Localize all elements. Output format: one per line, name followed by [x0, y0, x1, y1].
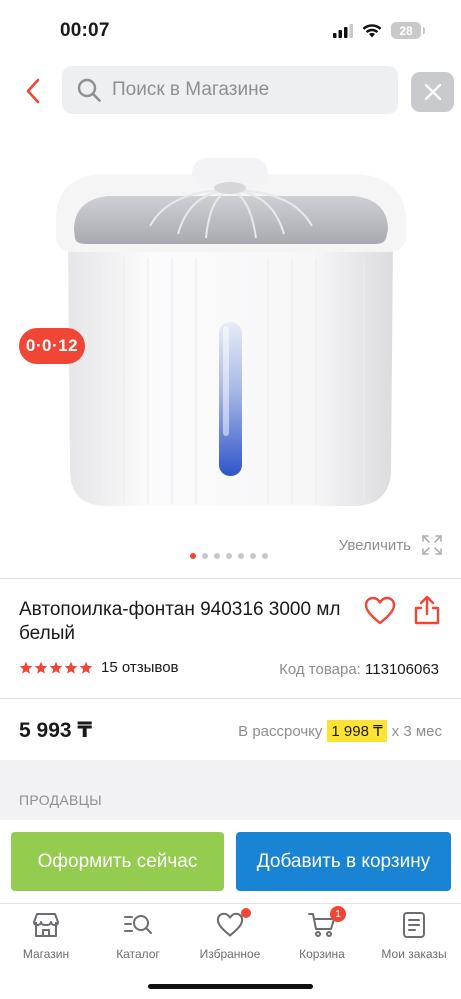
sellers-heading: ПРОДАВЦЫ: [19, 792, 102, 808]
pagination-dot[interactable]: [238, 553, 244, 559]
back-button[interactable]: [18, 72, 48, 110]
star-icon: [34, 661, 48, 674]
share-icon: [414, 595, 440, 625]
tab-orders[interactable]: Мои заказы: [368, 910, 460, 961]
search-field[interactable]: [62, 66, 398, 114]
search-input[interactable]: [112, 79, 382, 101]
add-to-favorites-button[interactable]: [364, 596, 396, 626]
sellers-section: ПРОДАВЦЫ: [0, 760, 461, 820]
star-icon: [64, 661, 78, 674]
reviews-link[interactable]: 15 отзывов: [101, 659, 179, 676]
star-icon: [79, 661, 93, 674]
pagination-dot[interactable]: [214, 553, 220, 559]
notification-dot: [241, 908, 251, 918]
zoom-label: Увеличить: [338, 536, 411, 554]
tab-label: Мои заказы: [381, 947, 447, 961]
tab-label: Избранное: [199, 947, 261, 961]
product-sku: Код товара: 113106063: [279, 661, 439, 678]
product-title: Автопоилка-фонтан 940316 3000 мл белый: [19, 599, 341, 644]
home-indicator: [148, 984, 313, 989]
search-icon: [77, 78, 101, 102]
installment-label: В рассрочку: [238, 722, 323, 740]
close-search-button[interactable]: [411, 72, 454, 112]
tab-label: Магазин: [22, 947, 70, 961]
zoom-button[interactable]: Увеличить: [339, 534, 443, 556]
tab-label: Корзина: [299, 947, 345, 961]
close-icon: [424, 83, 441, 101]
pagination-dot[interactable]: [190, 553, 196, 559]
product-price: 5 993 ₸: [19, 719, 92, 742]
wifi-icon: [362, 24, 382, 38]
installment-info[interactable]: В рассрочку 1 998 ₸ х 3 мес: [238, 720, 442, 742]
cart-icon: 1: [307, 906, 346, 940]
expand-icon: [422, 535, 442, 555]
battery-level: 28: [399, 23, 413, 38]
chevron-left-icon: [26, 78, 40, 104]
heart-icon: [215, 908, 251, 940]
divider: [0, 698, 461, 699]
star-icon: [49, 661, 63, 674]
sku-value: 113106063: [365, 661, 439, 678]
status-time: 00:07: [60, 20, 110, 41]
pagination-dot[interactable]: [250, 553, 256, 559]
store-icon: [31, 910, 61, 940]
cart-count-badge: 1: [330, 906, 346, 922]
tab-cart[interactable]: 1 Корзина: [276, 906, 368, 961]
search-header: [0, 66, 461, 116]
buy-now-button[interactable]: Оформить сейчас: [11, 832, 224, 891]
rating-stars: [19, 661, 93, 675]
pagination-dot[interactable]: [226, 553, 232, 559]
product-gallery[interactable]: 0·0·12 Увеличить: [0, 130, 461, 570]
tab-store[interactable]: Магазин: [0, 910, 92, 961]
star-icon: [19, 661, 33, 674]
heart-outline-icon: [364, 596, 396, 625]
tab-favorites[interactable]: Избранное: [184, 908, 276, 961]
sku-label: Код товара:: [279, 661, 361, 678]
tab-label: Каталог: [116, 947, 160, 961]
status-icons: 28: [333, 22, 425, 39]
gallery-pagination: [190, 553, 268, 559]
product-rating[interactable]: 15 отзывов: [19, 659, 179, 676]
pagination-dot[interactable]: [202, 553, 208, 559]
share-button[interactable]: [412, 594, 442, 626]
installment-term: х 3 мес: [391, 722, 442, 740]
battery-icon: 28: [391, 22, 425, 39]
status-bar: 00:07 28: [0, 0, 461, 62]
cellular-signal-icon: [333, 23, 353, 38]
add-to-cart-button[interactable]: Добавить в корзину: [236, 832, 451, 891]
tab-catalog[interactable]: Каталог: [92, 910, 184, 961]
installment-amount: 1 998 ₸: [327, 720, 387, 742]
divider: [0, 578, 461, 579]
pagination-dot[interactable]: [262, 553, 268, 559]
promo-badge: 0·0·12: [19, 328, 85, 364]
catalog-search-icon: [123, 910, 153, 940]
action-bar: Оформить сейчас Добавить в корзину: [0, 820, 461, 902]
orders-icon: [399, 910, 429, 940]
